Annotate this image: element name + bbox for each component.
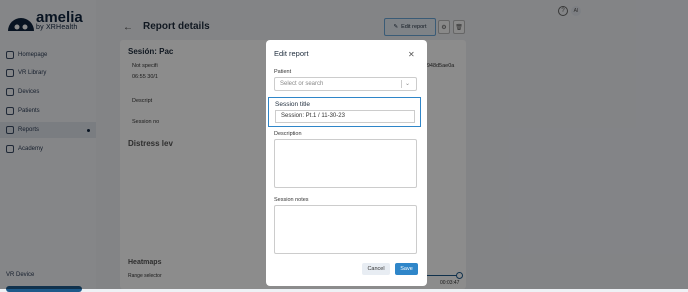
cancel-button[interactable]: Cancel (362, 263, 390, 275)
patient-label: Patient (274, 69, 292, 75)
description-textarea[interactable] (274, 139, 417, 188)
edit-report-modal: Edit report ✕ Patient Select or search ⌄… (266, 40, 427, 286)
session-title-label: Session title (275, 101, 311, 108)
description-label: Description (274, 131, 302, 137)
session-notes-textarea[interactable] (274, 205, 417, 254)
close-icon[interactable]: ✕ (408, 50, 415, 59)
select-divider (401, 80, 402, 88)
session-title-input[interactable]: Session: Pt.1 / 11-30-23 (275, 110, 415, 123)
save-button[interactable]: Save (395, 263, 418, 275)
session-title-field-group: Session title Session: Pt.1 / 11-30-23 (268, 97, 421, 127)
patient-placeholder: Select or search (280, 81, 324, 87)
patient-select[interactable]: Select or search ⌄ (274, 77, 417, 91)
modal-title: Edit report (274, 49, 309, 58)
chevron-down-icon: ⌄ (404, 81, 410, 87)
session-notes-label: Session notes (274, 197, 309, 203)
